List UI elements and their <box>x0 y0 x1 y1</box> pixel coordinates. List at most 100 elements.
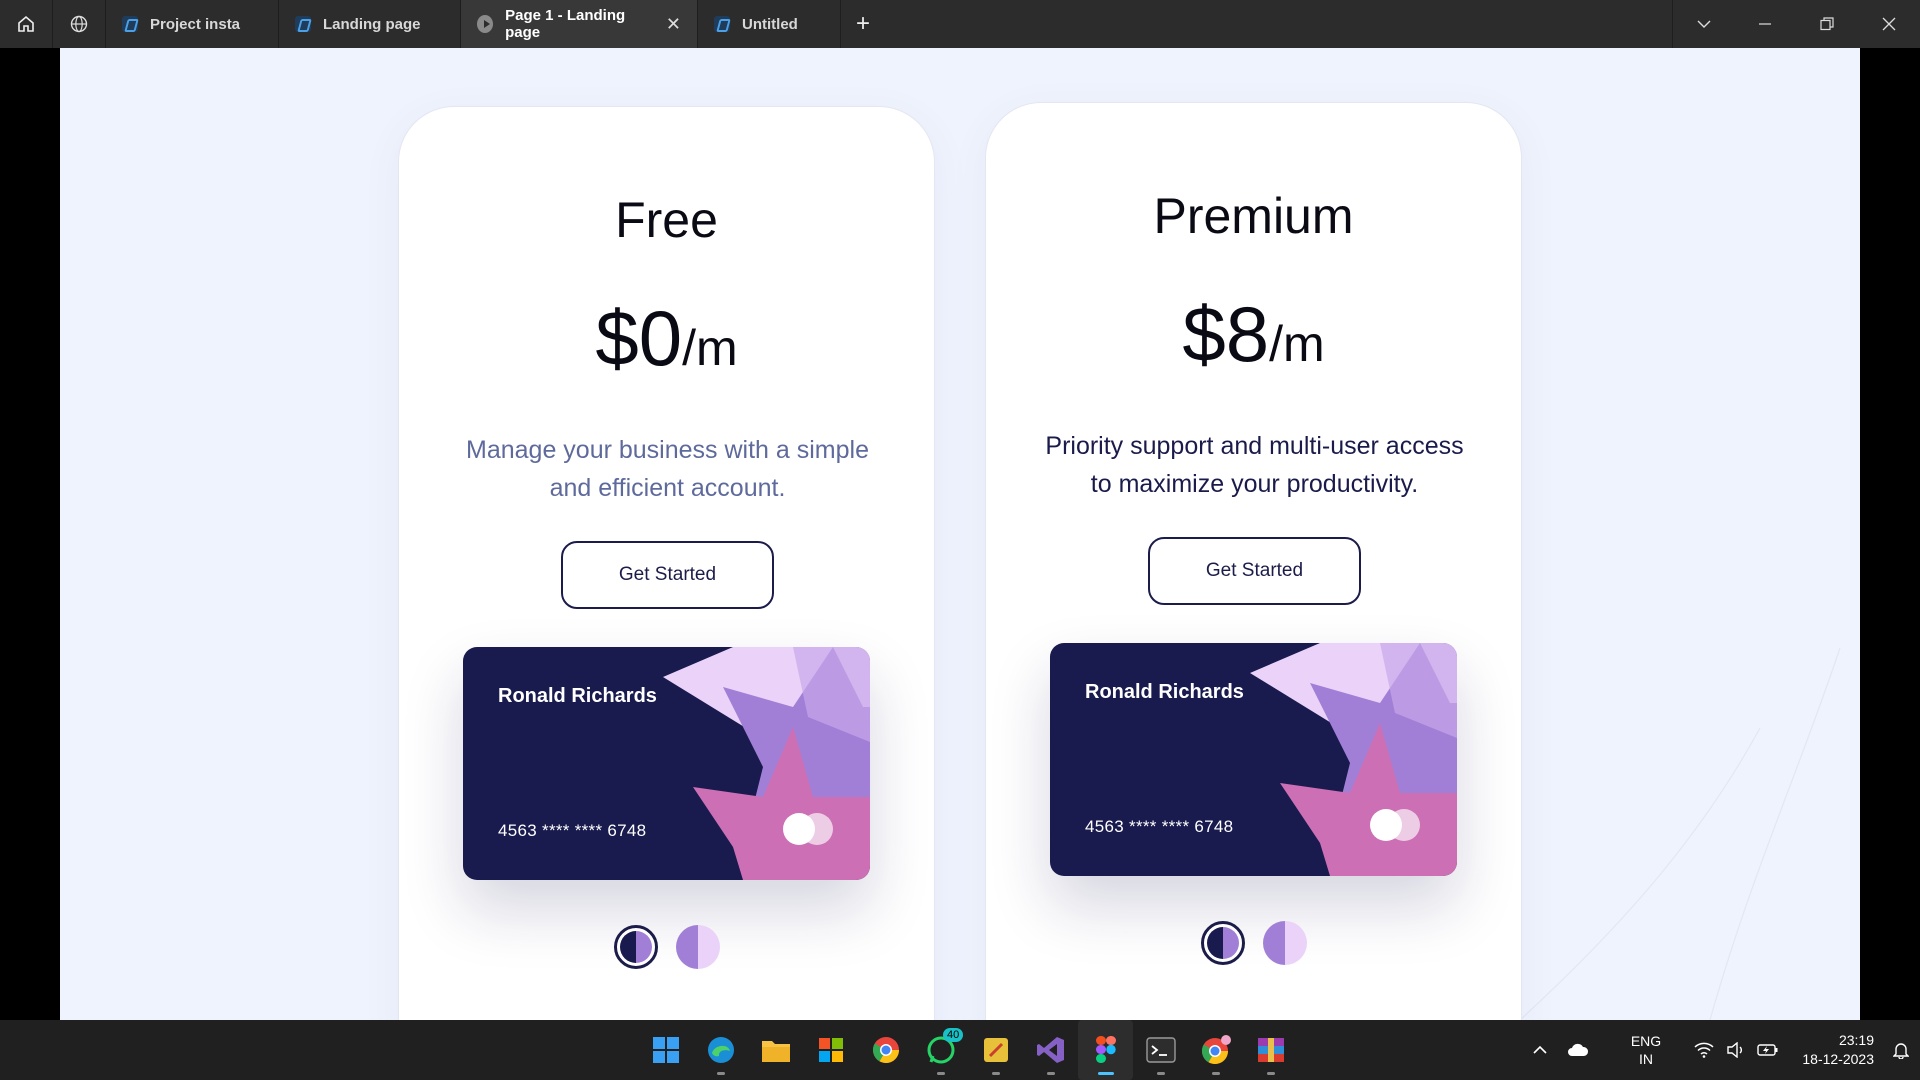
globe-icon <box>70 15 88 33</box>
prototype-canvas: Free $0/m Manage your business with a si… <box>60 48 1860 1020</box>
notification-badge: 40 <box>943 1028 964 1042</box>
figma-file-icon <box>122 16 138 32</box>
tab-label: Project insta <box>150 15 241 33</box>
card-color-swatches <box>986 921 1521 965</box>
taskbar-winrar[interactable] <box>1243 1020 1298 1080</box>
taskbar-edge[interactable] <box>693 1020 748 1080</box>
terminal-icon <box>1145 1037 1176 1063</box>
plan-price: $8/m <box>986 289 1521 380</box>
chevron-up-icon <box>1533 1045 1547 1054</box>
region-code: IN <box>1639 1051 1653 1067</box>
taskbar-chrome-profile[interactable] <box>1188 1020 1243 1080</box>
swatch-purple-lilac[interactable] <box>1262 921 1307 965</box>
chrome-icon <box>872 1037 899 1064</box>
wifi-icon <box>1694 1042 1714 1058</box>
tab-label: Landing page <box>323 15 421 33</box>
battery-button[interactable] <box>1752 1020 1784 1080</box>
close-icon <box>1882 17 1896 31</box>
tab-project-insta[interactable]: Project insta <box>106 0 279 48</box>
language-code: ENG <box>1630 1033 1662 1049</box>
windows-taskbar: 40 ENG IN 23:19 18-12-2023 <box>0 1020 1920 1080</box>
close-window-button[interactable] <box>1858 0 1920 48</box>
new-tab-button[interactable]: + <box>841 0 885 48</box>
visual-studio-icon <box>1036 1037 1064 1063</box>
volume-button[interactable] <box>1720 1020 1752 1080</box>
taskbar-sticky-app[interactable] <box>968 1020 1023 1080</box>
taskbar-apps: 40 <box>638 1020 1298 1080</box>
taskbar-terminal[interactable] <box>1133 1020 1188 1080</box>
plan-description: Manage your business with a simple and e… <box>466 436 869 502</box>
plan-title: Premium <box>1153 188 1354 244</box>
tab-landing-page[interactable]: Landing page <box>279 0 461 48</box>
cardholder-name: Ronald Richards <box>498 685 657 707</box>
card-number: 4563 **** **** 6748 <box>498 821 647 840</box>
notes-app-icon <box>983 1038 1008 1062</box>
plan-description: Priority support and multi-user access t… <box>1045 432 1464 498</box>
taskbar-file-explorer[interactable] <box>748 1020 803 1080</box>
card-network-logo <box>1370 809 1420 841</box>
tab-untitled[interactable]: Untitled <box>698 0 841 48</box>
home-button[interactable] <box>0 0 53 48</box>
price-amount: $0 <box>595 294 683 382</box>
restore-button[interactable] <box>1796 0 1858 48</box>
bell-icon <box>1893 1043 1909 1059</box>
cardholder-name: Ronald Richards <box>1085 681 1244 703</box>
plan-card-premium: Premium $8/m Priority support and multi-… <box>985 102 1522 1020</box>
clock[interactable]: 23:19 18-12-2023 <box>1784 1031 1874 1069</box>
tab-label: Page 1 - Landing page <box>505 7 626 41</box>
system-tray: ENG IN 23:19 18-12-2023 <box>1524 1020 1920 1080</box>
swatch-navy-purple[interactable] <box>613 925 658 969</box>
edge-browser-icon <box>707 1037 734 1063</box>
archive-icon <box>1257 1038 1284 1062</box>
tab-page-1-landing-page[interactable]: Page 1 - Landing page ✕ <box>461 0 698 48</box>
get-started-button[interactable]: Get Started <box>1148 537 1361 605</box>
credit-card-preview: Ronald Richards 4563 **** **** 6748 <box>1050 643 1457 876</box>
swatch-purple-lilac[interactable] <box>675 925 720 969</box>
plan-title: Free <box>615 192 718 248</box>
windows-start-icon <box>652 1037 679 1063</box>
price-period: /m <box>682 320 738 376</box>
onedrive-button[interactable] <box>1556 1020 1600 1080</box>
minimize-button[interactable] <box>1734 0 1796 48</box>
plan-price: $0/m <box>399 293 934 384</box>
card-number: 4563 **** **** 6748 <box>1085 817 1234 836</box>
notifications-button[interactable] <box>1882 1041 1920 1059</box>
language-indicator[interactable]: ENG IN <box>1616 1032 1676 1068</box>
card-network-logo <box>783 813 833 845</box>
battery-charging-icon <box>1757 1044 1778 1056</box>
swatch-navy-purple[interactable] <box>1200 921 1245 965</box>
taskbar-visual-studio[interactable] <box>1023 1020 1078 1080</box>
show-hidden-icons-button[interactable] <box>1524 1020 1556 1080</box>
store-icon <box>818 1038 843 1062</box>
plus-icon: + <box>855 10 870 37</box>
speaker-icon <box>1727 1042 1742 1058</box>
price-period: /m <box>1269 316 1325 372</box>
clock-time: 23:19 <box>1838 1032 1874 1048</box>
community-button[interactable] <box>53 0 106 48</box>
taskbar-chrome[interactable] <box>858 1020 913 1080</box>
clock-date: 18-12-2023 <box>1802 1051 1874 1067</box>
star-pattern-illustration <box>663 647 870 880</box>
taskbar-whatsapp[interactable]: 40 <box>913 1020 968 1080</box>
plan-card-free: Free $0/m Manage your business with a si… <box>398 106 935 1020</box>
figma-file-icon <box>295 16 311 32</box>
chevron-down-icon <box>1697 20 1710 28</box>
cloud-icon <box>1568 1043 1589 1056</box>
tab-label: Untitled <box>742 15 798 33</box>
app-titlebar: Project insta Landing page Page 1 - Land… <box>0 0 1920 48</box>
home-icon <box>18 15 34 32</box>
chrome-icon <box>1201 1035 1231 1065</box>
star-pattern-illustration <box>1250 643 1457 876</box>
figma-file-icon <box>714 16 730 32</box>
restore-icon <box>1820 17 1834 31</box>
taskbar-store[interactable] <box>803 1020 858 1080</box>
folder-icon <box>761 1041 790 1062</box>
figma-icon <box>1095 1036 1116 1063</box>
close-tab-icon[interactable]: ✕ <box>666 14 681 35</box>
get-started-button[interactable]: Get Started <box>561 541 774 609</box>
start-button[interactable] <box>638 1020 693 1080</box>
wifi-button[interactable] <box>1688 1020 1720 1080</box>
tab-list-button[interactable] <box>1672 0 1734 48</box>
taskbar-figma[interactable] <box>1078 1020 1133 1080</box>
card-color-swatches <box>399 925 934 969</box>
